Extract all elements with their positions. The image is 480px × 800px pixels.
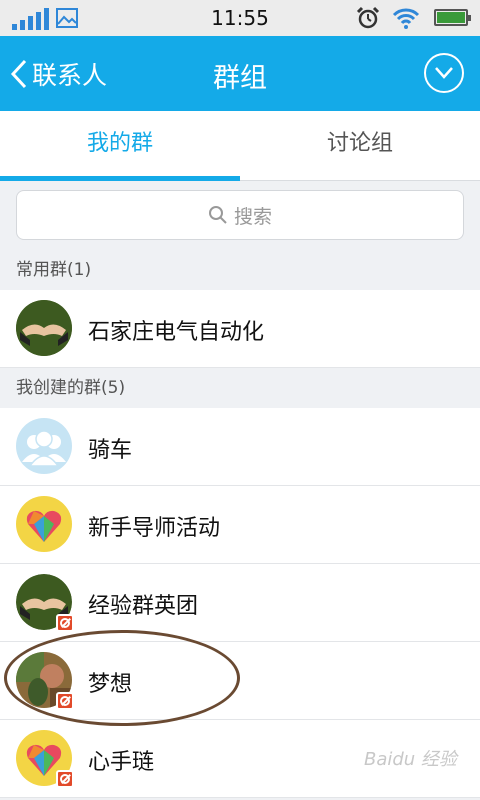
group-name: 新手导师活动 xyxy=(88,516,221,541)
group-avatar xyxy=(16,300,72,356)
section-header-created: 我创建的群(5) xyxy=(0,368,480,408)
search-bar: 搜索 xyxy=(0,181,480,250)
restricted-badge-icon xyxy=(56,614,74,632)
search-icon xyxy=(208,206,227,224)
tab-my-groups[interactable]: 我的群 xyxy=(0,111,240,181)
battery-icon xyxy=(434,9,471,26)
heart-icon xyxy=(16,496,72,552)
group-name: 骑车 xyxy=(88,438,133,463)
highlight-ellipse xyxy=(4,630,240,726)
group-row[interactable]: 新手导师活动 xyxy=(0,486,480,564)
tab-bar: 我的群 讨论组 xyxy=(0,111,480,181)
section-header-frequent: 常用群(1) xyxy=(0,250,480,290)
group-row[interactable]: 经验群英团 xyxy=(0,564,480,642)
search-input[interactable]: 搜索 xyxy=(16,190,464,240)
people-icon xyxy=(16,418,72,474)
group-row[interactable]: 骑车 xyxy=(0,408,480,486)
dropdown-menu-button[interactable] xyxy=(424,53,464,93)
group-name: 经验群英团 xyxy=(88,594,199,619)
status-bar: 11:55 xyxy=(0,0,480,36)
alarm-icon xyxy=(356,6,380,29)
wifi-icon xyxy=(392,8,420,29)
group-row[interactable]: 石家庄电气自动化 xyxy=(0,290,480,368)
title-bar: 联系人 群组 xyxy=(0,36,480,111)
restricted-badge-icon xyxy=(56,770,74,788)
page-title: 群组 xyxy=(213,63,267,94)
tab-discussion-groups[interactable]: 讨论组 xyxy=(240,111,480,181)
group-name: 心手琏 xyxy=(88,750,155,775)
search-placeholder: 搜索 xyxy=(233,205,272,228)
group-name: 石家庄电气自动化 xyxy=(88,320,265,345)
watermark-logo: Baidu 经验 xyxy=(364,749,457,770)
chevron-down-icon xyxy=(435,67,453,79)
